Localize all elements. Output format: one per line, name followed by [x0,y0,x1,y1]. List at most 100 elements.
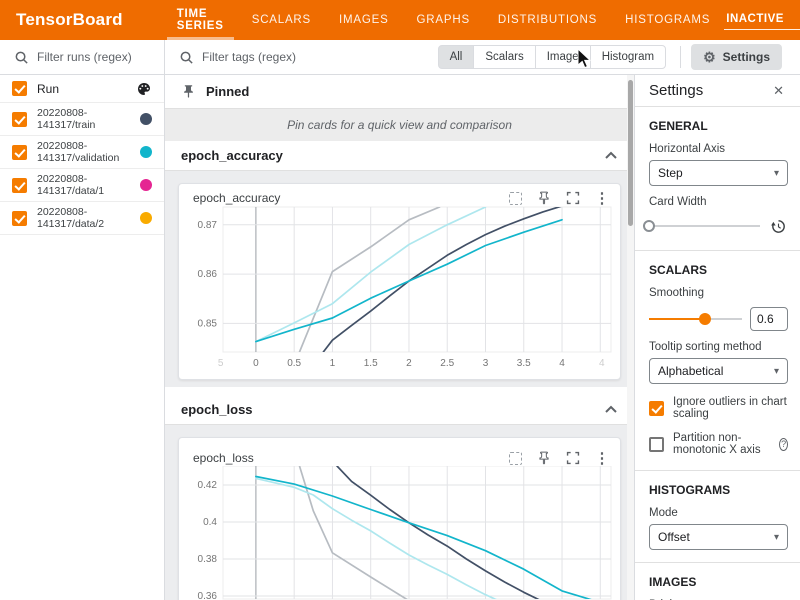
card-menu-button[interactable]: ⋮ [594,190,610,206]
horizontal-axis-select[interactable]: Step ▾ [649,160,788,186]
scalars-section-title: SCALARS [649,263,788,277]
run-color-dot [140,212,152,224]
palette-icon [136,81,152,97]
runs-filter-input[interactable] [37,50,147,64]
svg-text:0.87: 0.87 [198,220,218,231]
epoch-accuracy-chart[interactable]: 0.850.860.8700.511.522.533.5454 [179,206,620,385]
tooltip-sorting-select[interactable]: Alphabetical ▾ [649,358,788,384]
expand-card-button[interactable] [565,190,581,206]
app-logo: TensorBoard [0,10,141,30]
svg-text:0.36: 0.36 [198,591,218,600]
fullscreen-icon [566,451,580,465]
card-menu-button[interactable]: ⋮ [594,450,610,466]
runs-search[interactable] [0,40,164,75]
svg-text:3: 3 [483,358,489,369]
ignore-outliers-row[interactable]: Ignore outliers in chart scaling [649,396,788,420]
tab-images[interactable]: IMAGES [325,0,403,40]
close-settings-button[interactable]: ✕ [769,81,788,101]
section-body-epoch-accuracy: epoch_accuracy [165,171,634,387]
pin-card-button[interactable] [536,450,552,466]
svg-text:0: 0 [253,358,259,369]
histogram-mode-label: Mode [649,507,788,519]
reset-card-width-button[interactable] [768,216,788,236]
scalar-card-epoch-loss: epoch_loss [178,437,621,600]
images-section-title: IMAGES [649,575,788,589]
search-icon [14,50,29,65]
runs-header-row: Run [0,75,164,103]
card-title: epoch_loss [193,451,254,465]
histogram-mode-select[interactable]: Offset ▾ [649,524,788,550]
run-checkbox[interactable] [12,112,27,127]
close-icon: ✕ [773,83,784,98]
settings-button[interactable]: ⚙ Settings [691,44,782,70]
expand-card-button[interactable] [565,450,581,466]
main-scrollbar [627,75,634,600]
fit-to-data-button[interactable] [507,190,523,206]
run-row-validation[interactable]: 20220808-141317/validation [0,136,164,169]
tags-filter-input[interactable] [202,50,402,64]
cards-scroll-area: Pinned Pin cards for a quick view and co… [165,75,634,600]
filter-chip-all[interactable]: All [438,45,475,69]
filter-chip-scalars[interactable]: Scalars [473,45,535,69]
tab-distributions[interactable]: DISTRIBUTIONS [484,0,611,40]
filter-chip-image[interactable]: Image [535,45,591,69]
svg-text:2.5: 2.5 [440,358,454,369]
run-checkbox[interactable] [12,211,27,226]
tensorboard-app: TensorBoard TIME SERIES SCALARS IMAGES G… [0,0,800,600]
svg-text:5: 5 [218,358,224,369]
svg-text:0.42: 0.42 [198,480,218,491]
chevron-down-icon: ▾ [774,168,779,179]
tab-scalars[interactable]: SCALARS [238,0,325,40]
runs-header-label: Run [37,82,59,96]
fit-to-data-button[interactable] [507,450,523,466]
select-all-runs-checkbox[interactable] [12,81,27,96]
partition-x-axis-row[interactable]: Partition non-monotonic X axis ? [649,432,788,456]
run-color-dot [140,179,152,191]
chevron-down-icon: ▾ [774,366,779,377]
svg-text:0.85: 0.85 [198,318,218,329]
run-row-data-2[interactable]: 20220808-141317/data/2 [0,202,164,235]
reload-status-dropdown[interactable]: INACTIVE ▾ [724,10,800,30]
runs-sidebar: Run 20220808-141317/train 20220808-14131… [0,40,165,600]
epoch-loss-chart[interactable]: 0.360.380.40.42 [179,466,620,600]
svg-text:0.86: 0.86 [198,269,218,280]
card-width-slider[interactable] [649,219,760,233]
ignore-outliers-checkbox[interactable] [649,401,664,416]
settings-panel: Settings ✕ GENERAL Horizontal Axis Step … [634,75,800,600]
section-body-epoch-loss: epoch_loss [165,425,634,600]
section-header-epoch-accuracy[interactable]: epoch_accuracy [165,141,634,171]
tab-graphs[interactable]: GRAPHS [403,0,484,40]
svg-text:0.5: 0.5 [287,358,301,369]
scrollbar-thumb[interactable] [628,80,633,226]
run-color-dot [140,113,152,125]
collapse-section-button[interactable] [604,150,618,161]
fit-domain-icon [509,192,522,205]
partition-x-axis-checkbox[interactable] [649,437,664,452]
tab-histograms[interactable]: HISTOGRAMS [611,0,724,40]
run-checkbox[interactable] [12,178,27,193]
pin-card-button[interactable] [536,190,552,206]
run-row-data-1[interactable]: 20220808-141317/data/1 [0,169,164,202]
tab-time-series[interactable]: TIME SERIES [163,0,238,40]
smoothing-value-input[interactable] [750,307,788,331]
pin-icon [181,84,196,99]
reset-icon [770,218,787,235]
scalar-card-epoch-accuracy: epoch_accuracy [178,183,621,380]
header-controls: INACTIVE ▾ ⚙ [724,9,800,31]
filter-chip-histogram[interactable]: Histogram [590,45,666,69]
slider-thumb[interactable] [643,220,655,232]
slider-thumb[interactable] [699,313,711,325]
section-header-epoch-loss[interactable]: epoch_loss [165,395,634,425]
svg-text:4: 4 [599,358,605,369]
run-row-train[interactable]: 20220808-141317/train [0,103,164,136]
card-width-label: Card Width [649,196,788,208]
tags-search[interactable] [179,50,439,65]
status-value: INACTIVE [726,13,784,25]
help-icon[interactable]: ? [779,438,788,451]
collapse-section-button[interactable] [604,404,618,415]
horizontal-axis-label: Horizontal Axis [649,143,788,155]
smoothing-slider[interactable] [649,312,742,326]
svg-text:4: 4 [559,358,565,369]
run-checkbox[interactable] [12,145,27,160]
general-section-title: GENERAL [649,119,788,133]
